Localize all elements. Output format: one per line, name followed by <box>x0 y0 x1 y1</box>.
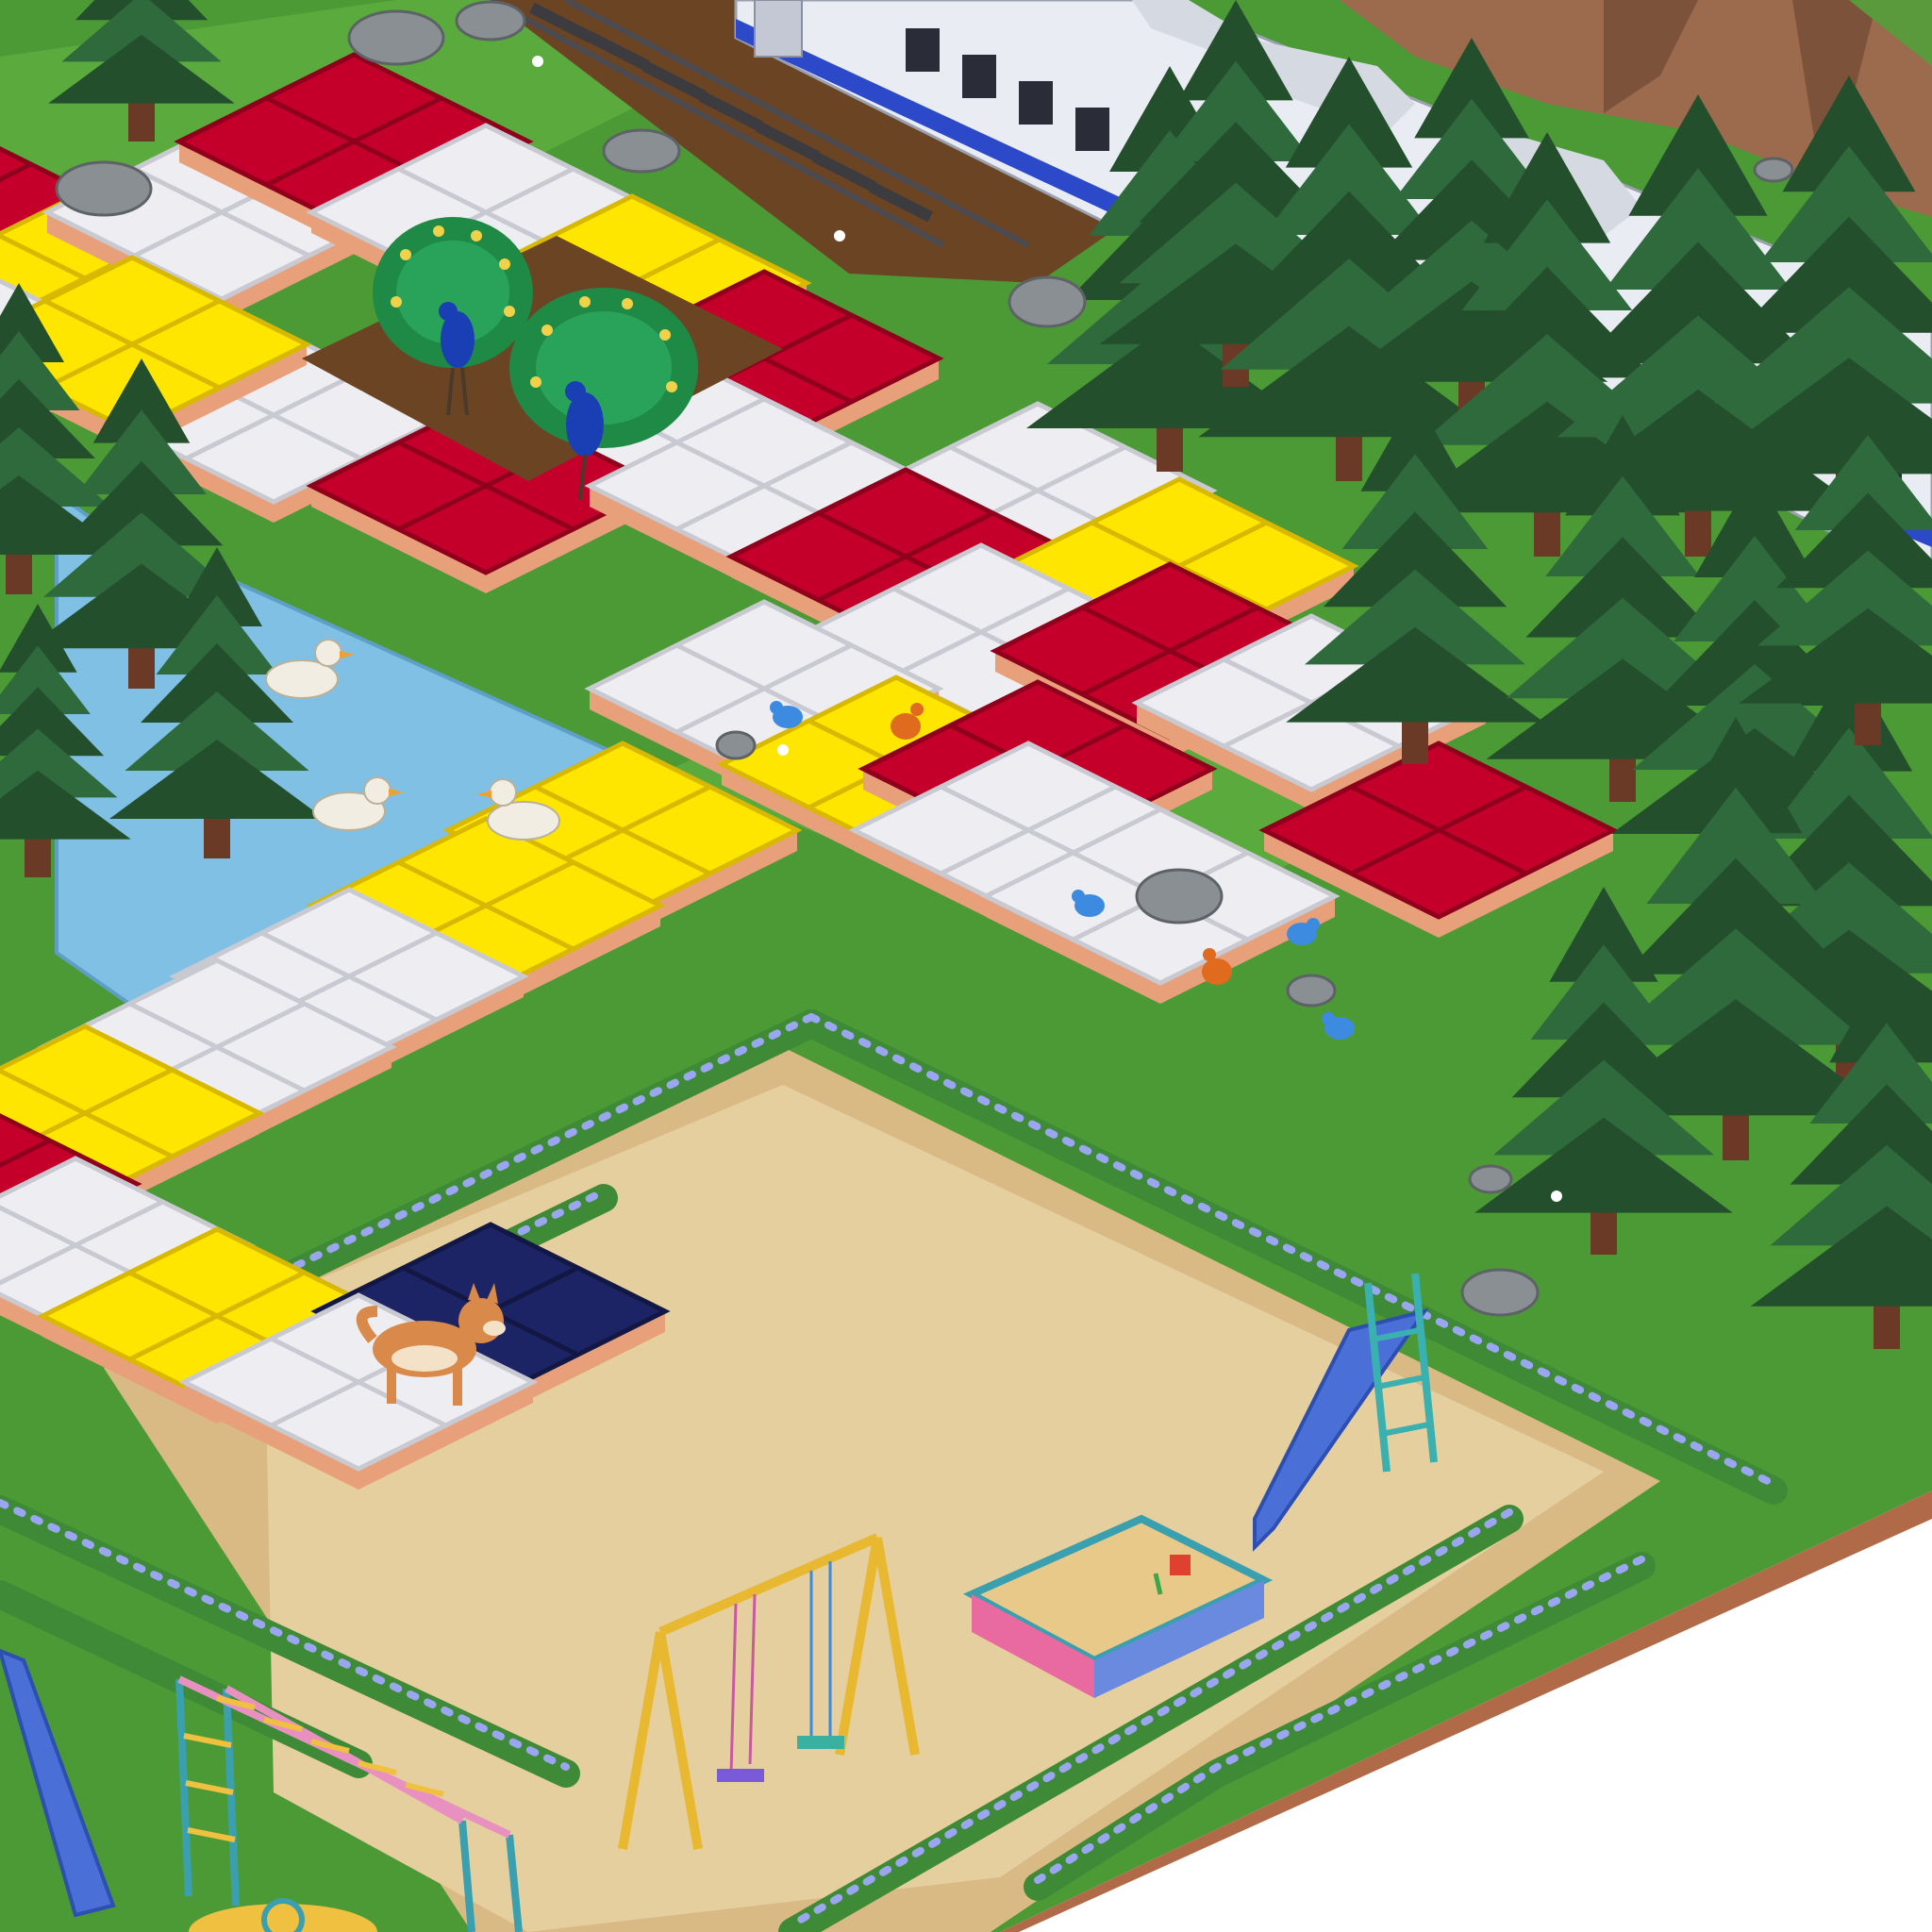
rock <box>1135 868 1224 924</box>
rock <box>715 730 757 760</box>
bucket-icon <box>1170 1555 1191 1575</box>
rock <box>602 128 681 174</box>
rock <box>347 9 445 66</box>
game-scene <box>0 0 1932 1932</box>
rock <box>1008 275 1087 328</box>
rock <box>455 0 526 42</box>
rock <box>55 160 153 217</box>
rock <box>1286 974 1337 1008</box>
rock <box>1753 157 1794 183</box>
rock <box>1460 1268 1540 1317</box>
rock <box>1468 1164 1513 1194</box>
